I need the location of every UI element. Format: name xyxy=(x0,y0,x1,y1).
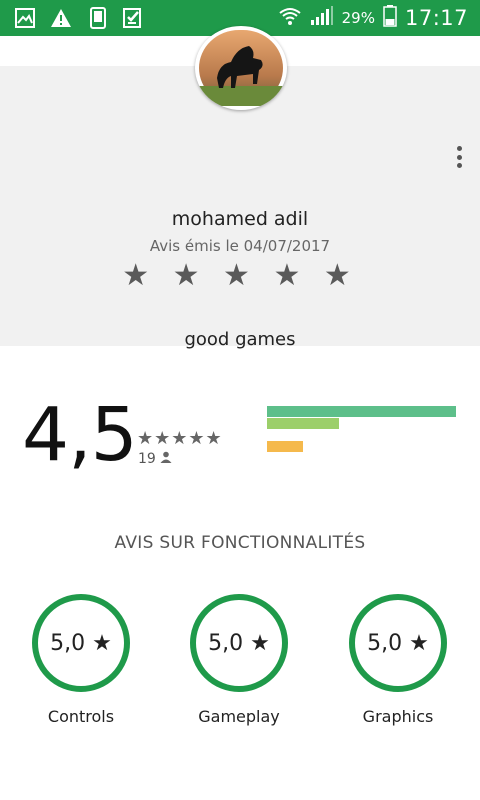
feature-score-controls: 5,0 ★ xyxy=(32,594,130,692)
more-options-icon[interactable] xyxy=(454,146,464,168)
rating-bar-5-star xyxy=(267,406,456,417)
wifi-icon xyxy=(278,6,302,30)
features-title: AVIS SUR FONCTIONNALITÉS xyxy=(114,533,366,553)
review-text: good games xyxy=(184,329,296,350)
phone-icon xyxy=(87,7,109,29)
feature-score-graphics: 5,0 ★ xyxy=(349,594,447,692)
signal-icon xyxy=(310,6,334,30)
rating-count: 19 xyxy=(138,451,172,467)
average-rating: 4,5 xyxy=(22,392,138,478)
feature-score-gameplay: 5,0 ★ xyxy=(190,594,288,692)
feature-label-gameplay: Gameplay xyxy=(198,707,280,726)
avatar[interactable] xyxy=(195,26,287,110)
person-icon xyxy=(160,451,172,467)
warning-icon xyxy=(50,7,72,29)
rating-bar-2-star xyxy=(267,440,303,452)
battery-icon xyxy=(383,5,397,31)
reviewer-name: mohamed adil xyxy=(171,208,309,230)
gallery-icon xyxy=(14,7,36,29)
review-date: Avis émis le 04/07/2017 xyxy=(149,237,331,255)
feature-label-controls: Controls xyxy=(47,707,115,726)
battery-percent: 29% xyxy=(341,9,375,27)
average-star-icons: ★★★★★ xyxy=(137,428,223,449)
clock: 17:17 xyxy=(404,6,468,30)
rating-count-value: 19 xyxy=(138,451,156,467)
feature-label-graphics: Graphics xyxy=(362,707,434,726)
review-star-rating: ★ ★ ★ ★ ★ xyxy=(122,258,358,293)
checklist-icon xyxy=(122,7,144,29)
rating-bar-4-star xyxy=(267,417,339,429)
